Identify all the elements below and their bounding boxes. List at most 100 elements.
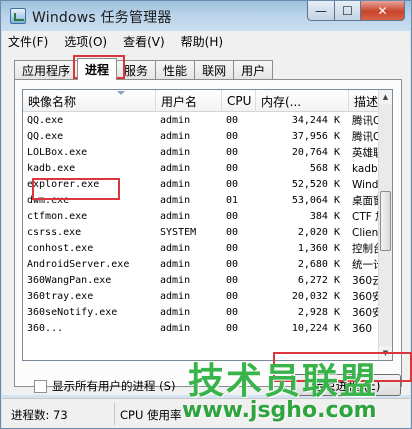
title-bar[interactable]: Windows 任务管理器 — ☐ ✕ [1, 1, 411, 31]
cpu-cell: 00 [226, 323, 239, 334]
table-row[interactable]: ctfmon.exeadmin00384 KCTF 加 [23, 209, 382, 225]
user-name-cell: admin [160, 195, 191, 206]
column-memory[interactable]: 内存(... [256, 90, 349, 112]
tab-performance[interactable]: 性能 [155, 60, 196, 80]
table-row[interactable]: 360tray.exe admin 00 20,032 K 360安 [23, 289, 382, 305]
table-row[interactable]: AndroidServer.exe admin 00 2,680 K 统一计 [23, 257, 382, 273]
process-name-cell: QQ.exe [27, 131, 64, 142]
process-list-header: 映像名称 用户名 CPU 内存(... 描述 [23, 90, 380, 112]
process-name-cell: 360tray.exe [27, 291, 94, 302]
tab-processes[interactable]: 进程 [77, 58, 118, 80]
show-all-users-label: 显示所有用户的进程 (S) [52, 379, 176, 393]
window-controls: — ☐ ✕ [307, 1, 405, 21]
user-name-cell: admin [160, 131, 191, 142]
user-name-cell: admin [160, 275, 191, 286]
user-name-cell: admin [160, 307, 191, 318]
status-cpu-usage: CPU 使用率 [120, 408, 182, 422]
cpu-cell: 00 [226, 275, 239, 286]
scroll-up-arrow-icon[interactable]: ▲ [379, 90, 392, 104]
status-process-count: 进程数: 73 [11, 408, 68, 422]
close-button[interactable]: ✕ [361, 1, 405, 21]
column-image-name[interactable]: 映像名称 [23, 90, 156, 112]
highlight-box-explorer-row [32, 178, 120, 200]
task-manager-icon [10, 8, 26, 24]
process-name-cell: QQ.exe [27, 115, 64, 126]
tab-users[interactable]: 用户 [233, 60, 274, 80]
process-list[interactable]: 映像名称 用户名 CPU 内存(... 描述 QQ.exe admin 00 34,2… [22, 89, 393, 361]
process-name-cell: conhost.exe [27, 243, 94, 254]
cpu-cell: 00 [226, 163, 239, 174]
cpu-cell: 01 [226, 195, 239, 206]
table-row[interactable]: QQ.exe admin 00 37,956 K 腾讯Q [23, 129, 381, 145]
main-panel: 应用程序 进程 服务 性能 联网 用户 映像名称 用户名 CPU 内存(... … [2, 51, 410, 396]
user-name-cell: admin [160, 211, 191, 222]
table-row[interactable]: conhost.exe admin 00 1,360 K 控制台 [23, 241, 382, 257]
menu-help[interactable]: 帮助(H) [181, 33, 223, 50]
show-all-users-option[interactable]: 显示所有用户的进程 (S) [34, 378, 175, 394]
menu-view[interactable]: 查看(V) [123, 33, 165, 50]
process-name-cell: 360... [27, 323, 64, 334]
memory-cell: 2,680 K [297, 259, 340, 270]
memory-cell: 2,928 K [297, 307, 340, 318]
cpu-cell: 00 [226, 243, 239, 254]
user-name-cell: admin [160, 323, 191, 334]
sort-arrow-icon [117, 91, 125, 95]
process-rows: QQ.exe admin 00 34,244 K 腾讯Q QQ.exe admin 00 37,… [23, 113, 382, 337]
process-name-cell: 360WangPan.exe [27, 275, 112, 286]
cpu-cell: 00 [226, 259, 239, 270]
table-row[interactable]: 360WangPan.exe admin 00 6,272 K 360云 [23, 273, 382, 289]
user-name-cell: SYSTEM [160, 227, 197, 238]
memory-cell: 2,020 K [297, 227, 340, 238]
cpu-cell: 00 [226, 131, 239, 142]
table-row[interactable]: QQ.exe admin 00 34,244 K 腾讯Q [23, 113, 381, 129]
tab-networking[interactable]: 联网 [194, 60, 235, 80]
table-row[interactable]: kadb.exe admin 00 568 Kkadb [23, 161, 380, 177]
memory-cell: 568 K [309, 163, 340, 174]
table-row[interactable]: 360seNotify.exe admin 00 2,928 K 360安 [23, 305, 382, 321]
process-name-cell: 360seNotify.exe [27, 307, 118, 318]
cpu-cell: 00 [226, 307, 239, 318]
table-row[interactable]: csrss.exe SYSTEM 00 2,020 K Clien [23, 225, 380, 241]
show-all-users-checkbox[interactable] [34, 379, 47, 393]
process-name-cell: AndroidServer.exe [27, 259, 130, 270]
user-name-cell: admin [160, 163, 191, 174]
process-name-cell: LOLBox.exe [27, 147, 88, 158]
table-row[interactable]: 360... admin 00 10,224 K 360 [23, 321, 380, 337]
column-user-name[interactable]: 用户名 [156, 90, 222, 112]
user-name-cell: admin [160, 115, 191, 126]
maximize-button[interactable]: ☐ [335, 1, 361, 21]
user-name-cell: admin [160, 291, 191, 302]
column-description[interactable]: 描述 [349, 90, 380, 112]
user-name-cell: admin [160, 179, 191, 190]
process-name-cell: kadb.exe [27, 163, 76, 174]
memory-cell: 6,272 K [297, 275, 340, 286]
cpu-cell: 00 [226, 147, 239, 158]
process-name-cell: csrss.exe [27, 227, 82, 238]
menu-bar: 文件(F) 选项(O) 查看(V) 帮助(H) [2, 31, 410, 51]
memory-cell: 10,224 K [291, 323, 340, 334]
tab-strip: 应用程序 进程 服务 性能 联网 用户 [14, 58, 274, 80]
minimize-button[interactable]: — [307, 1, 335, 21]
status-bar: 进程数: 73 CPU 使用率 [2, 398, 410, 428]
highlight-box-end-process [273, 352, 412, 382]
menu-options[interactable]: 选项(O) [64, 33, 107, 50]
column-cpu[interactable]: CPU [222, 90, 256, 112]
user-name-cell: admin [160, 259, 191, 270]
tab-applications[interactable]: 应用程序 [14, 60, 79, 80]
memory-cell: 1,360 K [297, 243, 340, 254]
process-name-cell: ctfmon.exe [27, 211, 88, 222]
cpu-cell: 00 [226, 211, 239, 222]
cpu-cell: 00 [226, 291, 239, 302]
memory-cell: 34,244 K [291, 115, 340, 126]
process-list-scrollbar[interactable]: ▲ ▼ [378, 90, 392, 360]
window-title: Windows 任务管理器 [32, 10, 172, 26]
memory-cell: 53,064 K [291, 195, 340, 206]
scrollbar-thumb[interactable] [380, 191, 391, 251]
memory-cell: 52,520 K [291, 179, 340, 190]
status-separator [114, 403, 115, 425]
memory-cell: 384 K [309, 211, 340, 222]
menu-file[interactable]: 文件(F) [8, 33, 48, 50]
memory-cell: 37,956 K [291, 131, 340, 142]
table-row[interactable]: LOLBox.exe admin 00 20,764 K 英雄联 [23, 145, 382, 161]
user-name-cell: admin [160, 243, 191, 254]
